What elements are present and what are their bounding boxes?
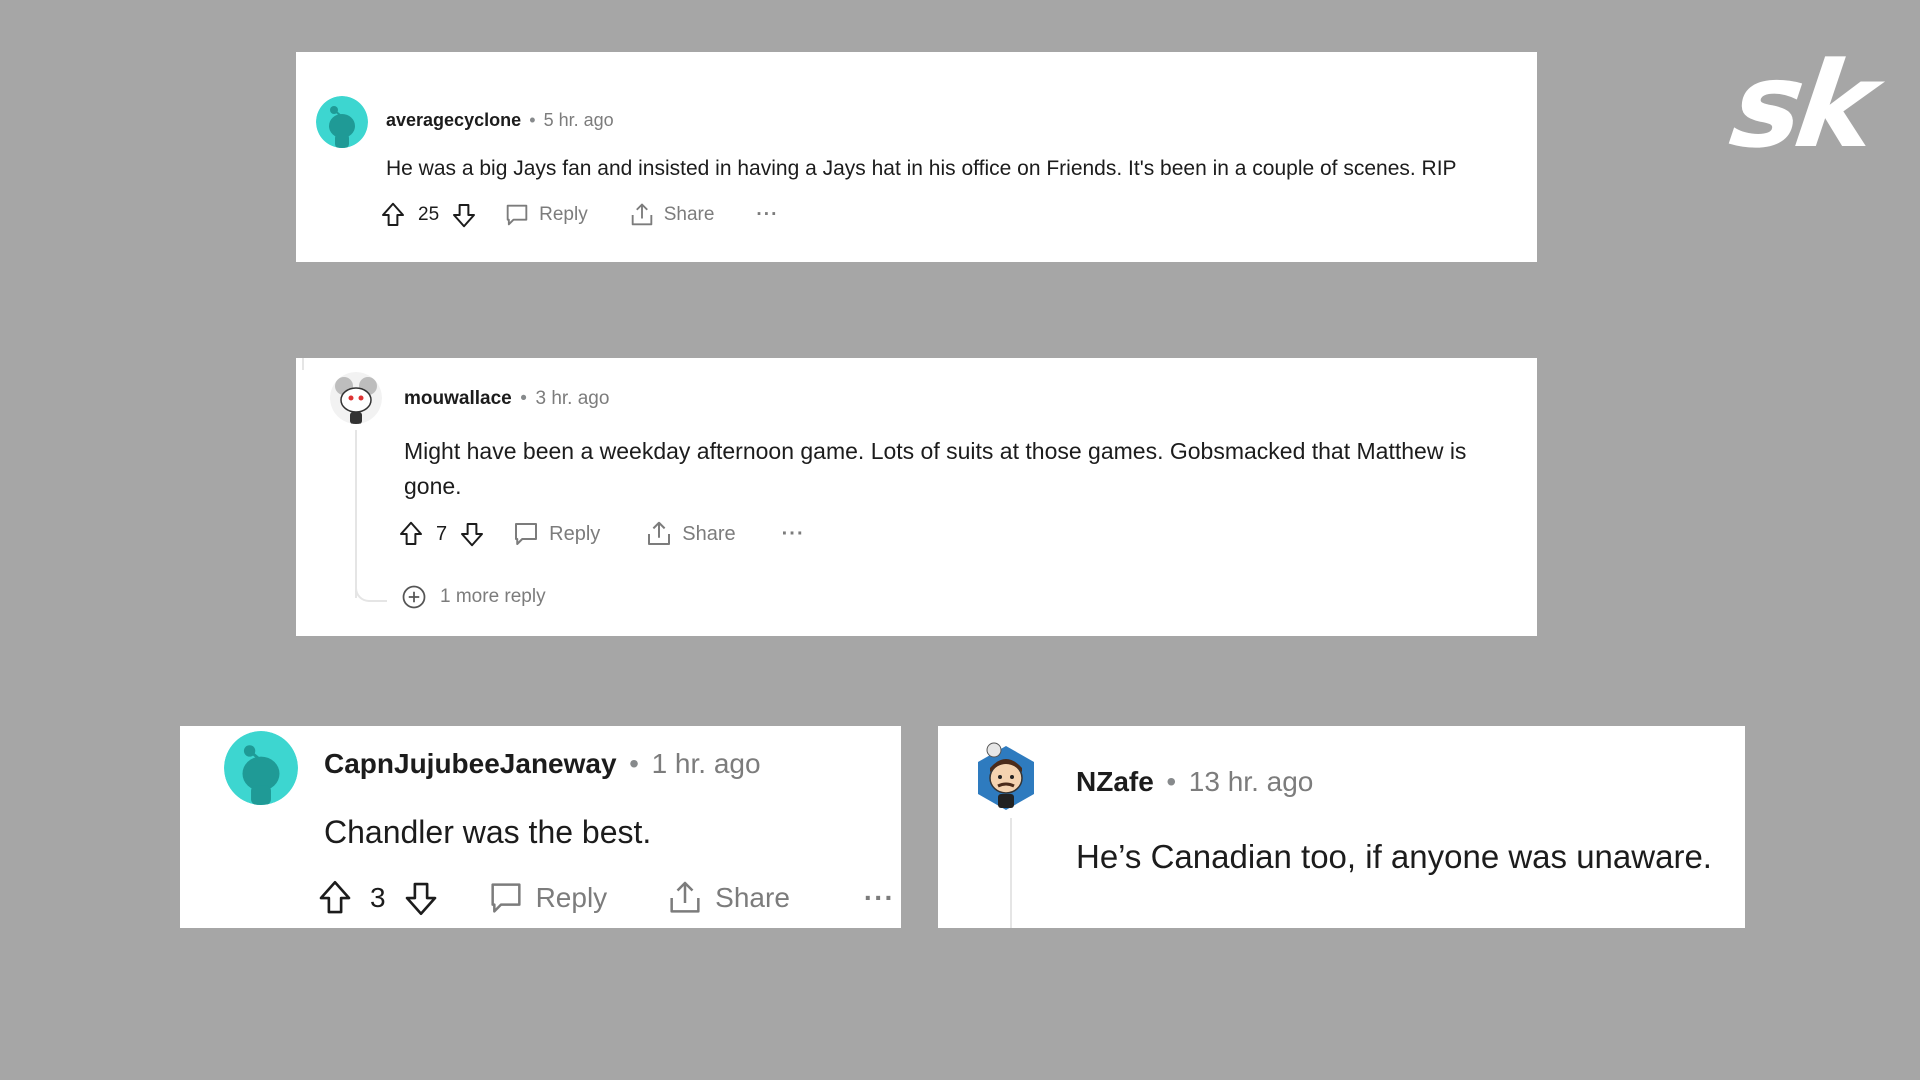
downvote-icon[interactable] [457, 519, 487, 549]
more-icon[interactable]: ··· [864, 882, 895, 914]
reply-button[interactable]: Reply [503, 201, 588, 229]
username[interactable]: mouwallace [404, 388, 512, 410]
separator-dot: • [520, 388, 527, 409]
comment-actions: 7 Reply Share ··· [396, 516, 805, 552]
share-label: Share [715, 882, 790, 913]
comment-card-nzafe: NZafe • 13 hr. ago He’s Canadian too, if… [938, 726, 1745, 928]
reply-label: Reply [539, 204, 588, 225]
more-icon[interactable]: ··· [782, 523, 805, 546]
username[interactable]: CapnJujubeeJaneway [324, 748, 617, 780]
comment-meta: averagecyclone • 5 hr. ago [386, 110, 614, 131]
comment-text: Chandler was the best. [324, 814, 652, 850]
reply-button[interactable]: Reply [486, 878, 608, 918]
share-icon [665, 878, 705, 918]
snoo-avatar-teal[interactable] [316, 96, 368, 148]
more-replies-button[interactable]: 1 more reply [400, 582, 546, 612]
upvote-icon[interactable] [378, 200, 408, 230]
upvote-icon[interactable] [314, 877, 356, 919]
reply-button[interactable]: Reply [511, 519, 600, 549]
separator-dot: • [1166, 766, 1177, 797]
share-icon [628, 201, 656, 229]
comment-icon [503, 201, 531, 229]
share-button[interactable]: Share [665, 878, 790, 918]
share-label: Share [682, 522, 736, 545]
comment-card-capnjujubeejaneway: CapnJujubeeJaneway • 1 hr. ago Chandler … [180, 726, 901, 928]
comment-icon [511, 519, 541, 549]
thread-line-outer [302, 358, 304, 370]
comment-meta: mouwallace • 3 hr. ago [404, 388, 609, 410]
comment-card-mouwallace: mouwallace • 3 hr. ago Might have been a… [296, 358, 1537, 636]
thread-line [1010, 818, 1012, 928]
vote-count: 7 [436, 522, 448, 545]
expand-plus-icon [400, 583, 428, 611]
thread-line [355, 430, 357, 598]
comment-text: He was a big Jays fan and insisted in ha… [386, 157, 1457, 180]
separator-dot: • [629, 748, 639, 779]
share-button[interactable]: Share [644, 519, 736, 549]
timestamp[interactable]: 1 hr. ago [652, 748, 761, 780]
comment-card-averagecyclone: averagecyclone • 5 hr. ago He was a big … [296, 52, 1537, 262]
timestamp[interactable]: 5 hr. ago [544, 110, 614, 131]
share-label: Share [663, 204, 715, 225]
sk-logo-text: sk [1723, 36, 1880, 174]
timestamp[interactable]: 13 hr. ago [1189, 766, 1314, 798]
vote-count: 3 [370, 882, 386, 913]
comment-text: He’s Canadian too, if anyone was unaware… [1076, 838, 1712, 875]
reply-label: Reply [549, 522, 601, 545]
reply-label: Reply [535, 882, 608, 913]
downvote-icon[interactable] [400, 877, 442, 919]
share-icon [644, 519, 674, 549]
downvote-icon[interactable] [449, 200, 479, 230]
comment-meta: CapnJujubeeJaneway • 1 hr. ago [324, 748, 761, 780]
upvote-icon[interactable] [396, 519, 426, 549]
comment-icon [486, 878, 526, 918]
separator-dot: • [529, 110, 536, 130]
more-icon[interactable]: ··· [756, 204, 778, 226]
timestamp[interactable]: 3 hr. ago [535, 388, 609, 410]
share-button[interactable]: Share [628, 201, 715, 229]
username[interactable]: NZafe [1076, 766, 1154, 798]
more-replies-label: 1 more reply [440, 586, 546, 607]
sk-logo: sk [1724, 36, 1880, 174]
comment-actions: 25 Reply Share ··· [378, 198, 778, 232]
comment-meta: NZafe • 13 hr. ago [1076, 766, 1313, 798]
username[interactable]: averagecyclone [386, 110, 521, 131]
snoo-avatar-teal[interactable] [224, 731, 298, 805]
thread-curve [355, 580, 387, 602]
comment-text: Might have been a weekday afternoon game… [404, 438, 1467, 499]
snoo-avatar-hexagon[interactable] [972, 740, 1040, 814]
vote-count: 25 [418, 204, 440, 225]
comment-actions: 3 Reply Share ··· [314, 876, 895, 920]
snoo-avatar-mouse[interactable] [330, 372, 382, 424]
